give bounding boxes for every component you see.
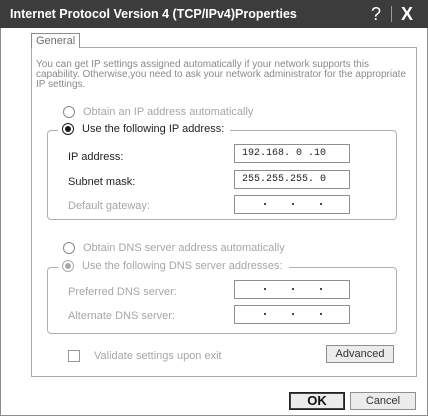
subnet-mask-field[interactable]: 255.255.255. 0 [234,170,350,189]
advanced-button[interactable]: Advanced [326,345,394,363]
octet-dot [320,288,322,290]
obtain-dns-auto-radio[interactable] [63,242,75,254]
preferred-dns-label: Preferred DNS server: [68,286,177,298]
obtain-ip-auto-label: Obtain an IP address automatically [83,106,254,118]
close-button[interactable]: X [391,0,423,28]
ok-button[interactable]: OK [289,392,345,410]
obtain-dns-auto-label: Obtain DNS server address automatically [83,242,285,254]
window-title: Internet Protocol Version 4 (TCP/IPv4)Pr… [10,7,297,21]
octet-dot [264,288,266,290]
alternate-dns-label: Alternate DNS server: [68,310,175,322]
help-button[interactable]: ? [361,0,391,28]
octet-dot [292,203,294,205]
validate-settings-label: Validate settings upon exit [94,350,222,362]
use-following-ip-label: Use the following IP address: [82,123,225,135]
default-gateway-label: Default gateway: [68,200,150,212]
obtain-dns-auto-option[interactable]: Obtain DNS server address automatically [63,242,285,254]
octet-dot [320,203,322,205]
octet-dot [320,313,322,315]
validate-settings-checkbox[interactable] [68,350,80,362]
use-following-dns-label: Use the following DNS server addresses: [82,260,283,272]
use-following-dns-option[interactable]: Use the following DNS server addresses: [58,260,289,272]
intro-text: You can get IP settings assigned automat… [36,59,406,90]
cancel-button[interactable]: Cancel [350,392,416,410]
use-following-ip-option[interactable]: Use the following IP address: [58,123,231,135]
octet-dot [292,288,294,290]
validate-settings-option[interactable]: Validate settings upon exit [68,350,222,362]
use-following-dns-radio[interactable] [62,260,74,272]
alternate-dns-field[interactable] [234,305,350,324]
subnet-mask-label: Subnet mask: [68,176,136,188]
obtain-ip-auto-radio[interactable] [63,106,75,118]
octet-dot [264,203,266,205]
ip-address-label: IP address: [68,151,124,163]
preferred-dns-field[interactable] [234,280,350,299]
obtain-ip-auto-option[interactable]: Obtain an IP address automatically [63,106,253,118]
title-bar: Internet Protocol Version 4 (TCP/IPv4)Pr… [0,0,428,28]
default-gateway-field[interactable] [234,195,350,214]
octet-dot [292,313,294,315]
use-following-ip-radio[interactable] [62,123,74,135]
tab-general[interactable]: General [31,33,81,48]
octet-dot [264,313,266,315]
ip-address-field[interactable]: 192.168. 0 .10 [234,144,350,163]
